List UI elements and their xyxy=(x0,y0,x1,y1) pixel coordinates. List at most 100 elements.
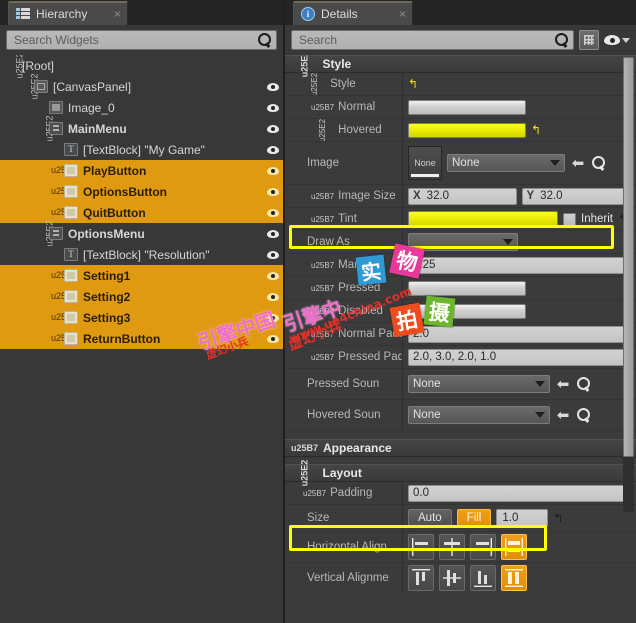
tree-item-label: [TextBlock] "My Game" xyxy=(83,142,205,157)
chevron-icon[interactable] xyxy=(311,103,334,112)
hovered-brush-swatch[interactable] xyxy=(408,122,526,138)
eye-icon[interactable] xyxy=(267,229,279,238)
browse-asset-icon[interactable] xyxy=(576,376,591,392)
tab-hierarchy[interactable]: Hierarchy × xyxy=(8,1,128,25)
tree-item-setting3[interactable]: Setting3 xyxy=(0,307,283,328)
normal-brush-swatch[interactable] xyxy=(408,99,526,115)
chevron-icon[interactable] xyxy=(311,126,334,135)
category-layout[interactable]: Layout xyxy=(285,464,636,482)
chevron-icon[interactable] xyxy=(311,330,334,339)
chevron-icon[interactable] xyxy=(51,160,64,181)
tree-item-setting2[interactable]: Setting2 xyxy=(0,286,283,307)
chevron-icon[interactable] xyxy=(303,489,326,498)
chevron-icon[interactable] xyxy=(21,76,34,97)
reset-icon[interactable]: ↰ xyxy=(553,512,565,524)
chevron-icon[interactable] xyxy=(6,55,19,76)
tint-inherit-checkbox[interactable] xyxy=(563,212,577,226)
close-icon[interactable]: × xyxy=(393,7,406,21)
use-selected-asset-icon[interactable]: ⬅ xyxy=(555,376,571,392)
tree-item-optionsmenu[interactable]: OptionsMenu xyxy=(0,223,283,244)
tree-item-textblock-resolution[interactable]: [TextBlock] "Resolution" xyxy=(0,244,283,265)
eye-icon[interactable] xyxy=(267,271,279,280)
margin-input[interactable]: 0.25 xyxy=(408,256,630,274)
row-tint: Tint Inherit ↰ xyxy=(285,208,636,231)
chevron-icon[interactable] xyxy=(36,118,49,139)
chevron-icon[interactable] xyxy=(311,353,334,362)
chevron-icon[interactable] xyxy=(36,223,49,244)
category-appearance[interactable]: Appearance xyxy=(285,439,636,457)
reset-icon[interactable]: ↰ xyxy=(531,124,543,136)
chevron-icon[interactable] xyxy=(51,265,64,286)
size-auto-button[interactable]: Auto xyxy=(408,509,452,527)
tree-item-canvaspanel[interactable]: [CanvasPanel] xyxy=(0,76,283,97)
h-align-left-button[interactable] xyxy=(408,534,434,560)
v-align-center-button[interactable] xyxy=(439,565,465,591)
tint-color-swatch[interactable] xyxy=(408,211,559,227)
grid-view-icon[interactable] xyxy=(579,30,599,50)
tree-item-optionsbutton[interactable]: OptionsButton xyxy=(0,181,283,202)
use-selected-asset-icon[interactable]: ⬅ xyxy=(555,407,571,423)
pressed-padding-input[interactable]: 2.0, 3.0, 2.0, 1.0 xyxy=(408,348,630,366)
category-style[interactable]: Style xyxy=(285,55,636,73)
tree-item-returnbutton[interactable]: ReturnButton xyxy=(0,328,283,349)
eye-icon[interactable] xyxy=(267,208,279,217)
chevron-icon[interactable] xyxy=(303,80,326,89)
eye-icon[interactable] xyxy=(267,145,279,154)
image-thumbnail[interactable]: None xyxy=(408,146,442,180)
h-align-right-button[interactable] xyxy=(470,534,496,560)
close-icon[interactable]: × xyxy=(108,7,121,21)
h-align-fill-button[interactable] xyxy=(501,534,527,560)
eye-icon[interactable] xyxy=(267,82,279,91)
tree-item-mainmenu[interactable]: MainMenu xyxy=(0,118,283,139)
use-selected-asset-icon[interactable]: ⬅ xyxy=(570,155,586,171)
row-horizontal-alignment: Horizontal Align xyxy=(285,532,636,563)
browse-asset-icon[interactable] xyxy=(576,407,591,423)
disabled-brush-swatch[interactable] xyxy=(408,303,526,319)
size-fill-button[interactable]: Fill xyxy=(456,509,492,527)
v-align-fill-button[interactable] xyxy=(501,565,527,591)
search-widgets-input[interactable]: Search Widgets xyxy=(6,30,277,50)
eye-icon[interactable] xyxy=(267,124,279,133)
pressed-sound-combo[interactable]: None xyxy=(408,375,550,393)
details-search-input[interactable]: Search xyxy=(291,30,574,50)
eye-icon[interactable] xyxy=(267,250,279,259)
image-size-x-input[interactable]: X 32.0 xyxy=(408,187,517,205)
v-align-top-button[interactable] xyxy=(408,565,434,591)
eye-icon[interactable] xyxy=(267,292,279,301)
visibility-filter-button[interactable] xyxy=(604,35,630,45)
chevron-icon[interactable] xyxy=(311,307,334,316)
eye-icon[interactable] xyxy=(267,334,279,343)
chevron-icon[interactable] xyxy=(311,261,334,270)
h-align-center-button[interactable] xyxy=(439,534,465,560)
details-scrollbar-thumb[interactable] xyxy=(623,57,634,457)
chevron-icon[interactable] xyxy=(311,192,334,201)
eye-icon[interactable] xyxy=(267,166,279,175)
row-draw-as-label: Draw As xyxy=(307,236,350,248)
eye-icon[interactable] xyxy=(267,187,279,196)
normal-padding-input[interactable]: 2.0 xyxy=(408,325,630,343)
image-asset-combo[interactable]: None xyxy=(447,154,565,172)
hovered-sound-combo[interactable]: None xyxy=(408,406,550,424)
reset-icon[interactable]: ↰ xyxy=(408,78,420,90)
browse-asset-icon[interactable] xyxy=(591,155,606,171)
tab-details[interactable]: i Details × xyxy=(293,1,413,25)
chevron-icon[interactable] xyxy=(51,181,64,202)
tree-item-playbutton[interactable]: PlayButton xyxy=(0,160,283,181)
eye-icon[interactable] xyxy=(267,313,279,322)
draw-as-combo[interactable] xyxy=(408,233,518,251)
size-fill-value-input[interactable]: 1.0 xyxy=(496,509,549,527)
chevron-icon[interactable] xyxy=(311,284,334,293)
padding-input[interactable]: 0.0 xyxy=(408,484,630,502)
row-style-root-label-cell: Style xyxy=(285,73,403,95)
pressed-brush-swatch[interactable] xyxy=(408,280,526,296)
chevron-icon[interactable] xyxy=(311,215,334,224)
chevron-icon[interactable] xyxy=(51,328,64,349)
details-scrollbar[interactable] xyxy=(623,57,634,512)
tree-item-setting1[interactable]: Setting1 xyxy=(0,265,283,286)
chevron-icon[interactable] xyxy=(51,286,64,307)
v-align-bottom-button[interactable] xyxy=(470,565,496,591)
tree-item-textblock-my-game[interactable]: [TextBlock] "My Game" xyxy=(0,139,283,160)
chevron-icon[interactable] xyxy=(51,307,64,328)
image-size-y-input[interactable]: Y 32.0 xyxy=(521,187,630,205)
eye-icon[interactable] xyxy=(267,103,279,112)
